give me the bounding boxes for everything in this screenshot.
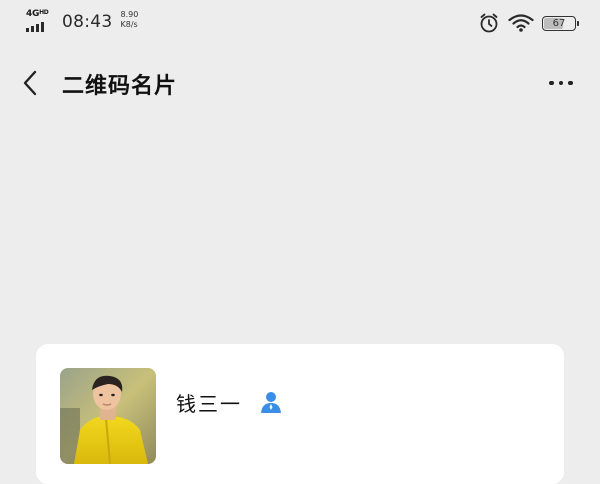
status-right: 67: [478, 12, 579, 34]
qr-card: 钱三一: [36, 344, 564, 484]
nav-bar: 二维码名片: [0, 56, 600, 108]
battery-icon: 67: [542, 15, 579, 31]
person-icon: [261, 392, 281, 413]
back-button[interactable]: [14, 66, 48, 100]
network-speed-unit: K8/s: [120, 20, 138, 29]
page-title: 二维码名片: [62, 74, 178, 99]
status-time: 08:43: [62, 12, 113, 32]
status-bar: 4GHD 08:43 8.90 K8/s 67: [0, 0, 600, 46]
network-type: 4G: [26, 9, 40, 19]
battery-level: 67: [552, 17, 566, 29]
wifi-icon: [508, 14, 534, 32]
alarm-icon: [480, 13, 498, 33]
more-button[interactable]: [544, 68, 578, 98]
status-left: 4GHD 08:43 8.90 K8/s: [26, 9, 139, 34]
network-hd: HD: [39, 9, 49, 16]
network-speed-value: 8.90: [120, 10, 139, 19]
chevron-left-icon: [23, 70, 37, 96]
user-name: 钱三一: [176, 392, 242, 416]
more-dots-icon: [549, 80, 573, 86]
network-signal-icon: 4GHD: [26, 9, 56, 34]
network-speed: 8.90 K8/s: [121, 10, 139, 30]
